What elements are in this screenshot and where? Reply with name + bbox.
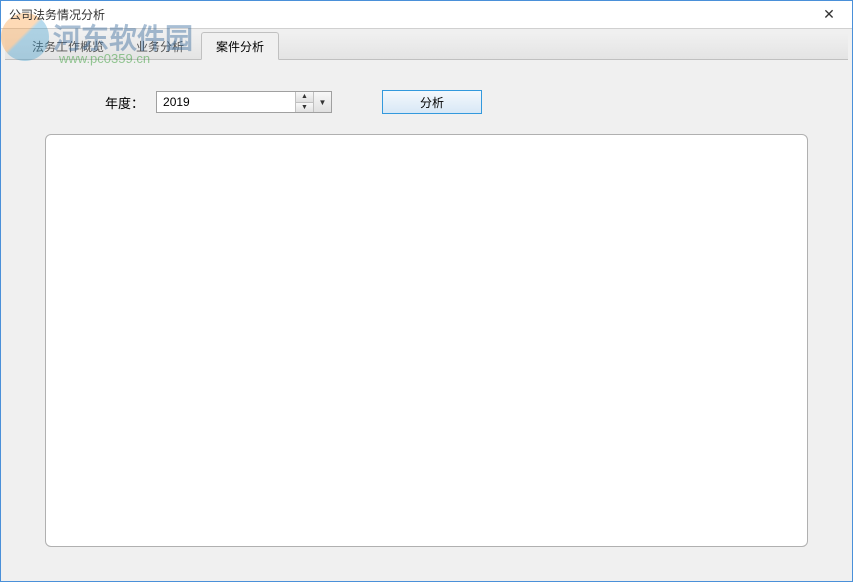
tab-business-analysis[interactable]: 业务分析 bbox=[121, 32, 199, 59]
year-dropdown-button[interactable]: ▼ bbox=[313, 92, 331, 112]
close-icon: ✕ bbox=[823, 6, 835, 23]
spinner-down-button[interactable]: ▼ bbox=[296, 103, 313, 113]
content-area: 法务工作概览 业务分析 案件分析 年度： ▲ ▼ bbox=[1, 29, 852, 581]
titlebar: 公司法务情况分析 河东软件园 www.pc0359.cn ✕ bbox=[1, 1, 852, 29]
tab-label: 业务分析 bbox=[136, 40, 184, 54]
tab-label: 法务工作概览 bbox=[32, 40, 104, 54]
year-input[interactable] bbox=[157, 92, 295, 112]
tab-bar: 法务工作概览 业务分析 案件分析 bbox=[5, 33, 848, 59]
app-window: 公司法务情况分析 河东软件园 www.pc0359.cn ✕ 法务工作概览 业务… bbox=[0, 0, 853, 582]
spinner-up-button[interactable]: ▲ bbox=[296, 92, 313, 103]
year-input-group: ▲ ▼ ▼ bbox=[156, 91, 332, 113]
tab-legal-overview[interactable]: 法务工作概览 bbox=[17, 32, 119, 59]
analyze-button[interactable]: 分析 bbox=[382, 90, 482, 114]
year-spinner: ▲ ▼ bbox=[295, 92, 313, 112]
tab-label: 案件分析 bbox=[216, 40, 264, 54]
close-button[interactable]: ✕ bbox=[814, 4, 844, 26]
results-panel bbox=[45, 134, 808, 547]
chevron-down-icon: ▼ bbox=[319, 98, 327, 107]
chevron-up-icon: ▲ bbox=[301, 93, 308, 100]
chevron-down-icon: ▼ bbox=[301, 104, 308, 111]
year-label: 年度： bbox=[105, 93, 144, 112]
controls-row: 年度： ▲ ▼ ▼ 分析 bbox=[35, 80, 818, 134]
tab-case-analysis[interactable]: 案件分析 bbox=[201, 32, 279, 60]
window-title: 公司法务情况分析 bbox=[9, 6, 105, 23]
tab-content: 年度： ▲ ▼ ▼ 分析 bbox=[5, 59, 848, 577]
